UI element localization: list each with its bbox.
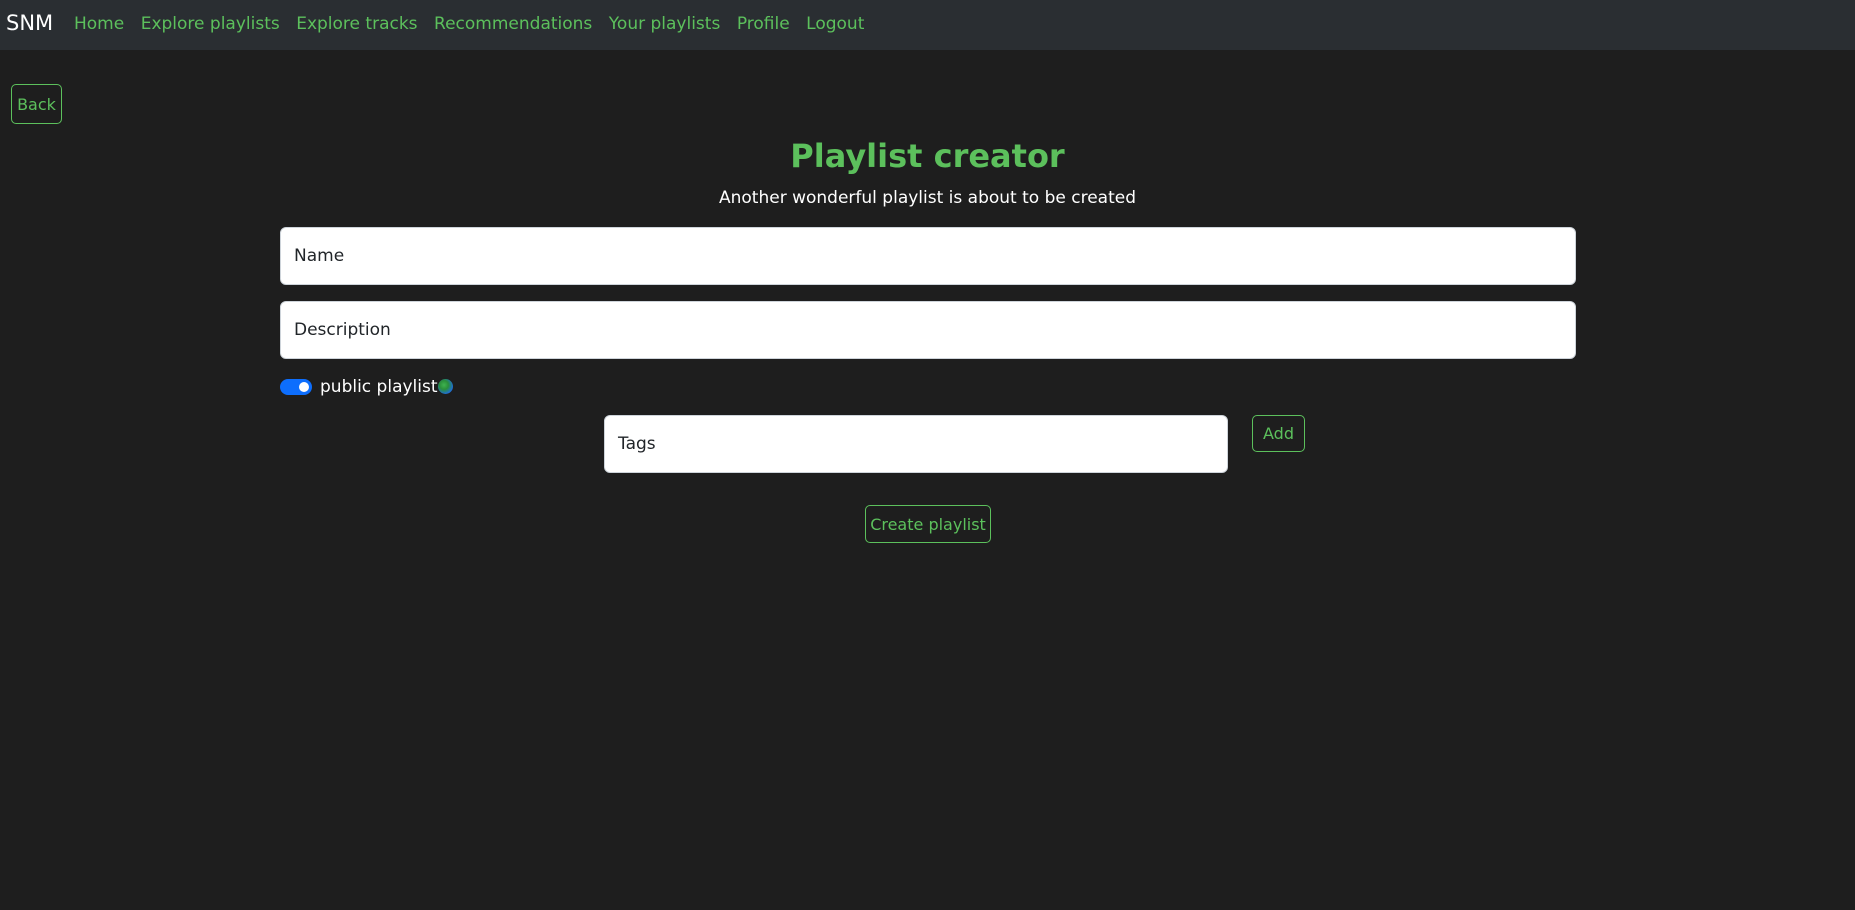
name-input[interactable]: Name	[280, 227, 1576, 285]
nav-link-recommendations[interactable]: Recommendations	[434, 14, 592, 34]
nav-link-explore-tracks[interactable]: Explore tracks	[296, 14, 417, 34]
globe-icon	[438, 379, 453, 394]
toggle-knob	[299, 382, 309, 392]
public-playlist-toggle[interactable]	[280, 379, 312, 395]
tags-input[interactable]: Tags	[604, 415, 1228, 473]
page-subtitle: Another wonderful playlist is about to b…	[719, 188, 1136, 208]
public-playlist-label: public playlist	[320, 377, 438, 397]
nav-link-profile[interactable]: Profile	[737, 14, 790, 34]
create-playlist-button[interactable]: Create playlist	[865, 505, 991, 543]
nav-link-your-playlists[interactable]: Your playlists	[609, 14, 721, 34]
description-input[interactable]: Description	[280, 301, 1576, 359]
nav-link-logout[interactable]: Logout	[806, 14, 864, 34]
nav-link-home[interactable]: Home	[74, 14, 124, 34]
nav-link-explore-playlists[interactable]: Explore playlists	[141, 14, 280, 34]
page-title: Playlist creator	[790, 137, 1065, 175]
add-tag-button[interactable]: Add	[1252, 415, 1305, 452]
navbar: SNM Home Explore playlists Explore track…	[0, 0, 1855, 50]
back-button[interactable]: Back	[11, 84, 62, 124]
nav-links: Home Explore playlists Explore tracks Re…	[74, 14, 881, 34]
brand-logo[interactable]: SNM	[6, 11, 53, 35]
